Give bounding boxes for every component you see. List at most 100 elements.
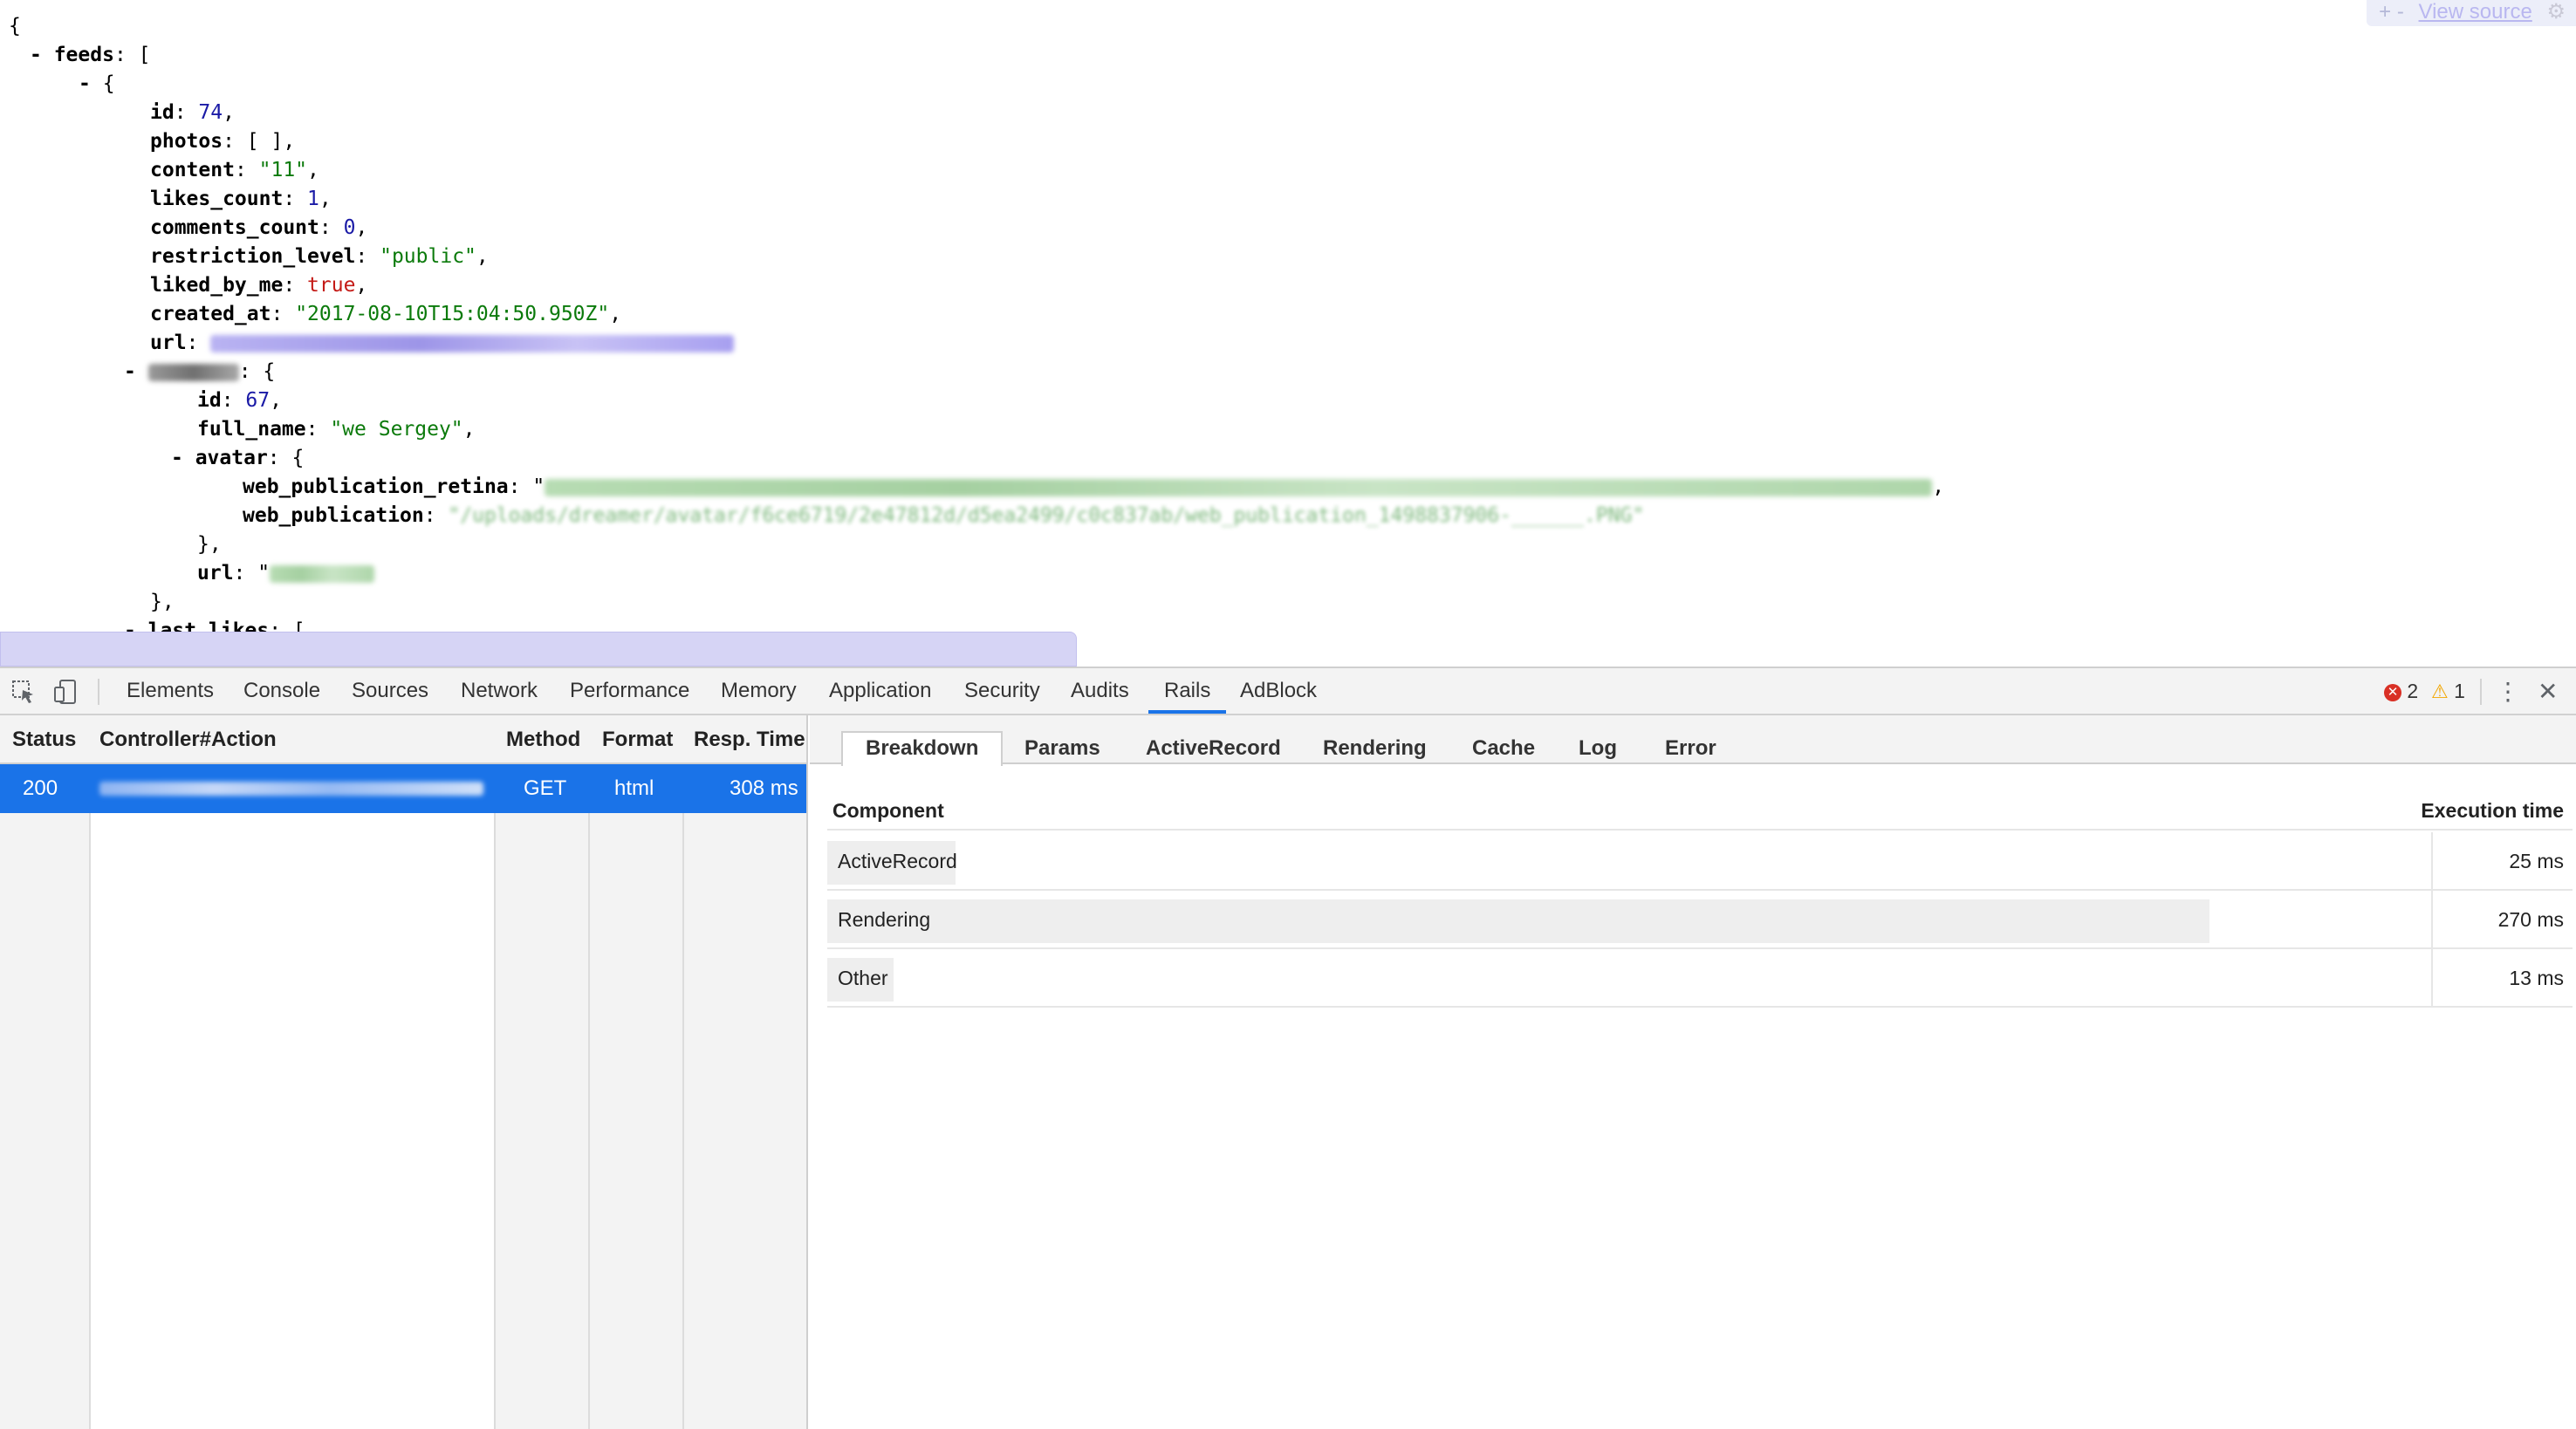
breakdown-divider: [2431, 949, 2433, 1008]
value-liked-by-me: true: [307, 274, 356, 297]
breakdown-row: Rendering 270 ms: [827, 891, 2573, 949]
tab-log[interactable]: Log: [1579, 733, 1617, 764]
key-content: content: [150, 159, 235, 181]
json-line-restriction-level: restriction_level: "public",: [150, 245, 489, 268]
key-user-id: id: [197, 389, 222, 412]
json-line-web-publication-retina: web_publication_retina: ",: [243, 475, 1945, 498]
redacted-url: [210, 334, 735, 352]
collapse-all-button[interactable]: -: [2397, 0, 2404, 24]
warning-indicator[interactable]: ⚠ 1: [2431, 668, 2465, 714]
tab-memory[interactable]: Memory: [721, 668, 797, 714]
key-restriction-level: restriction_level: [150, 245, 356, 268]
json-line-photos: photos: [ ],: [150, 130, 296, 153]
header-format[interactable]: Format: [602, 715, 673, 764]
row-format: html: [614, 776, 654, 800]
toolbar-separator: [98, 679, 99, 705]
more-options-icon[interactable]: ⋮: [2496, 679, 2520, 705]
json-line-web-publication: web_publication: "/uploads/dreamer/avata…: [243, 504, 1645, 527]
error-count: 2: [2407, 680, 2419, 702]
close-devtools-icon[interactable]: ✕: [2538, 679, 2558, 705]
error-indicator[interactable]: ✕ 2: [2384, 668, 2418, 714]
tab-activerecord[interactable]: ActiveRecord: [1146, 733, 1281, 764]
warning-count: 1: [2454, 680, 2465, 702]
tab-application[interactable]: Application: [829, 668, 931, 714]
value-created-at: "2017-08-10T15:04:50.950Z": [295, 303, 610, 325]
tab-performance[interactable]: Performance: [570, 668, 689, 714]
breakdown-bar: [827, 899, 2209, 943]
key-web-publication: web_publication: [243, 504, 424, 527]
json-line-open: {: [9, 12, 21, 41]
header-component: Component: [832, 799, 944, 822]
tab-adblock[interactable]: AdBlock: [1240, 668, 1317, 714]
key-photos: photos: [150, 130, 223, 153]
gear-icon[interactable]: ⚙: [2546, 0, 2566, 24]
breakdown-header: Component Execution time: [827, 782, 2573, 831]
tab-cache[interactable]: Cache: [1472, 733, 1535, 764]
header-method[interactable]: Method: [506, 715, 580, 764]
key-url: url: [150, 332, 187, 354]
key-web-publication-retina: web_publication_retina: [243, 475, 509, 498]
tab-rendering[interactable]: Rendering: [1323, 733, 1427, 764]
tab-params[interactable]: Params: [1024, 733, 1100, 764]
tab-rails[interactable]: Rails: [1148, 668, 1227, 714]
header-controller-action[interactable]: Controller#Action: [99, 715, 277, 764]
breakdown-time: 25 ms: [2509, 850, 2564, 872]
key-feeds: feeds: [53, 44, 114, 66]
breakdown-row: ActiveRecord 25 ms: [827, 832, 2573, 891]
requests-table-header: Status Controller#Action Method Format R…: [0, 715, 806, 764]
device-toolbar-icon[interactable]: [52, 679, 79, 711]
view-source-link[interactable]: View source: [2419, 0, 2532, 24]
value-user-id: 67: [245, 389, 271, 412]
json-line-avatar: - avatar: {: [171, 447, 305, 469]
tab-breakdown[interactable]: Breakdown: [841, 731, 1004, 766]
tab-error[interactable]: Error: [1665, 733, 1716, 764]
collapse-toggle[interactable]: -: [79, 72, 103, 95]
breakdown-component: ActiveRecord: [838, 850, 957, 872]
value-comments-count: 0: [343, 216, 356, 239]
json-viewer: { - feeds: [ - { id: 74, photos: [ ], co…: [0, 0, 2576, 667]
expand-all-button[interactable]: +: [2379, 0, 2391, 24]
tab-security[interactable]: Security: [964, 668, 1040, 714]
tab-network[interactable]: Network: [461, 668, 538, 714]
value-photos: [ ]: [246, 130, 284, 153]
status-column-fill: [0, 813, 89, 1429]
row-status: 200: [23, 776, 58, 800]
key-comments-count: comments_count: [150, 216, 319, 239]
tab-sources[interactable]: Sources: [352, 668, 428, 714]
tab-audits[interactable]: Audits: [1071, 668, 1129, 714]
tab-elements[interactable]: Elements: [127, 668, 214, 714]
value-full-name: "we Sergey": [330, 418, 463, 441]
row-method: GET: [524, 776, 567, 800]
collapse-toggle[interactable]: -: [171, 447, 195, 469]
error-icon: ✕: [2384, 683, 2401, 701]
breakdown-component: Other: [838, 967, 888, 989]
json-line-user-object: - : {: [124, 360, 276, 383]
json-line-content: content: "11",: [150, 159, 319, 181]
json-line-comments-count: comments_count: 0,: [150, 216, 368, 239]
breakdown-divider: [2431, 832, 2433, 891]
tab-console[interactable]: Console: [243, 668, 320, 714]
devtools-toolbar: Elements Console Sources Network Perform…: [0, 668, 2576, 715]
header-resp-time[interactable]: Resp. Time: [694, 715, 805, 764]
column-divider: [89, 715, 91, 1429]
requests-panel: Status Controller#Action Method Format R…: [0, 715, 808, 1429]
header-execution-time: Execution time: [2421, 799, 2564, 822]
key-liked-by-me: liked_by_me: [150, 274, 284, 297]
table-row[interactable]: 200 GET html 308 ms: [0, 764, 806, 813]
header-status[interactable]: Status: [12, 715, 76, 764]
json-line-id: id: 74,: [150, 101, 235, 124]
key-created-at: created_at: [150, 303, 271, 325]
inspect-element-icon[interactable]: [10, 679, 37, 711]
collapse-toggle[interactable]: -: [30, 44, 54, 66]
open-brace: {: [9, 15, 21, 38]
row-resp-time: 308 ms: [730, 776, 798, 800]
collapse-toggle[interactable]: -: [124, 360, 148, 383]
json-line-user-close: },: [150, 591, 175, 613]
json-line-full-name: full_name: "we Sergey",: [197, 418, 476, 441]
horizontal-scrollbar[interactable]: [0, 632, 1077, 667]
details-tabs: Breakdown Params ActiveRecord Rendering …: [810, 715, 2576, 766]
redacted-controller-action: [99, 782, 483, 797]
breakdown-time: 13 ms: [2509, 967, 2564, 989]
redacted-retina-path: [545, 478, 1933, 496]
right-columns-fill: [496, 813, 806, 1429]
